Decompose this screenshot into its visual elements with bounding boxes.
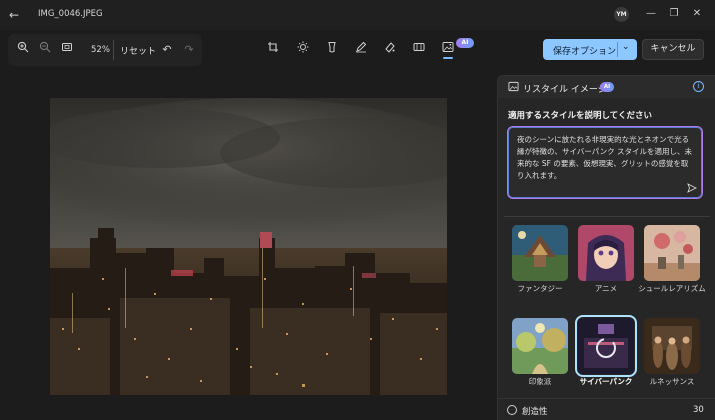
info-icon[interactable]: i [693,81,704,92]
erase-icon[interactable] [381,41,399,59]
style-prompt-textarea[interactable]: 夜のシーンに放たれる非現実的な光とネオンで光る縁が特徴の、サイバーパンク スタイ… [507,126,703,199]
restyle-panel: リスタイル イメージ AI i 適用するスタイルを説明してください 夜のシーンに… [497,75,715,420]
creativity-icon [507,405,517,415]
prompt-label: 適用するスタイルを説明してください [508,111,652,121]
style-label: ルネッサンス [649,377,695,386]
filter-icon[interactable] [323,41,341,59]
save-split-divider [617,42,618,57]
send-icon[interactable] [686,183,698,195]
cancel-button[interactable]: キャンセル [642,39,704,60]
reset-button[interactable]: リセット [120,44,156,57]
ai-badge: AI [456,38,474,48]
ai-badge: AI [600,82,614,92]
undo-icon[interactable]: ↶ [158,41,176,59]
style-card-renaissance[interactable]: ルネッサンス [644,318,700,402]
anime-thumbnail [578,225,634,281]
title-bar: ← IMG_0046.JPEG YM — ❐ ✕ [0,0,715,30]
zoom-out-icon[interactable] [36,41,54,59]
restore-icon[interactable]: ❐ [667,7,681,21]
style-label: ファンタジー [517,284,563,293]
renaissance-thumbnail [644,318,700,374]
zoom-controls: 52% リセット ↶ ↷ [8,34,202,66]
style-card-fantasy[interactable]: ファンタジー [512,225,568,309]
minimize-icon[interactable]: — [644,7,658,21]
panel-header: リスタイル イメージ AI i [498,76,715,98]
style-label: サイバーパンク [579,377,633,386]
fantasy-thumbnail [512,225,568,281]
background-icon[interactable] [410,41,428,59]
file-name: IMG_0046.JPEG [38,9,103,19]
active-tool-indicator [443,57,453,59]
avatar[interactable]: YM [614,7,629,22]
style-label: シュールレアリズム [638,284,706,293]
fit-to-window-icon[interactable] [58,41,76,59]
impressionism-thumbnail [512,318,568,374]
creativity-value: 30 [693,405,704,415]
cyberpunk-thumbnail [575,315,637,377]
panel-title: リスタイル イメージ [523,85,607,95]
redo-icon[interactable]: ↷ [180,41,198,59]
close-icon[interactable]: ✕ [690,7,704,21]
creativity-row: 創造性 30 [498,398,715,420]
chevron-down-icon[interactable]: ⌄ [622,42,630,52]
style-label: アニメ [594,284,618,293]
restyle-image-icon [507,81,519,93]
save-options-label: 保存オプション [553,47,617,57]
surrealism-thumbnail [644,225,700,281]
style-card-cyberpunk[interactable]: サイバーパンク [575,315,637,402]
panel-divider [504,216,710,217]
prompt-text[interactable]: 夜のシーンに放たれる非現実的な光とネオンで光る縁が特徴の、サイバーパンク スタイ… [517,134,695,182]
zoom-in-icon[interactable] [14,41,32,59]
style-label: 印象派 [528,377,552,386]
photo-canvas [50,98,447,395]
style-card-impressionism[interactable]: 印象派 [512,318,568,402]
toolbar-divider [113,40,114,60]
creativity-label: 創造性 [522,407,548,417]
markup-pen-icon[interactable] [352,41,370,59]
style-card-anime[interactable]: アニメ [578,225,634,309]
crop-icon[interactable] [264,41,282,59]
zoom-level: 52% [91,45,110,55]
back-arrow-icon[interactable]: ← [6,7,22,23]
save-options-button[interactable]: 保存オプション ⌄ [543,39,637,60]
style-card-surrealism[interactable]: シュールレアリズム [638,225,706,309]
toolbar: 52% リセット ↶ ↷ AI 保存オプション ⌄ キャンセル [0,30,715,70]
brightness-icon[interactable] [294,41,312,59]
